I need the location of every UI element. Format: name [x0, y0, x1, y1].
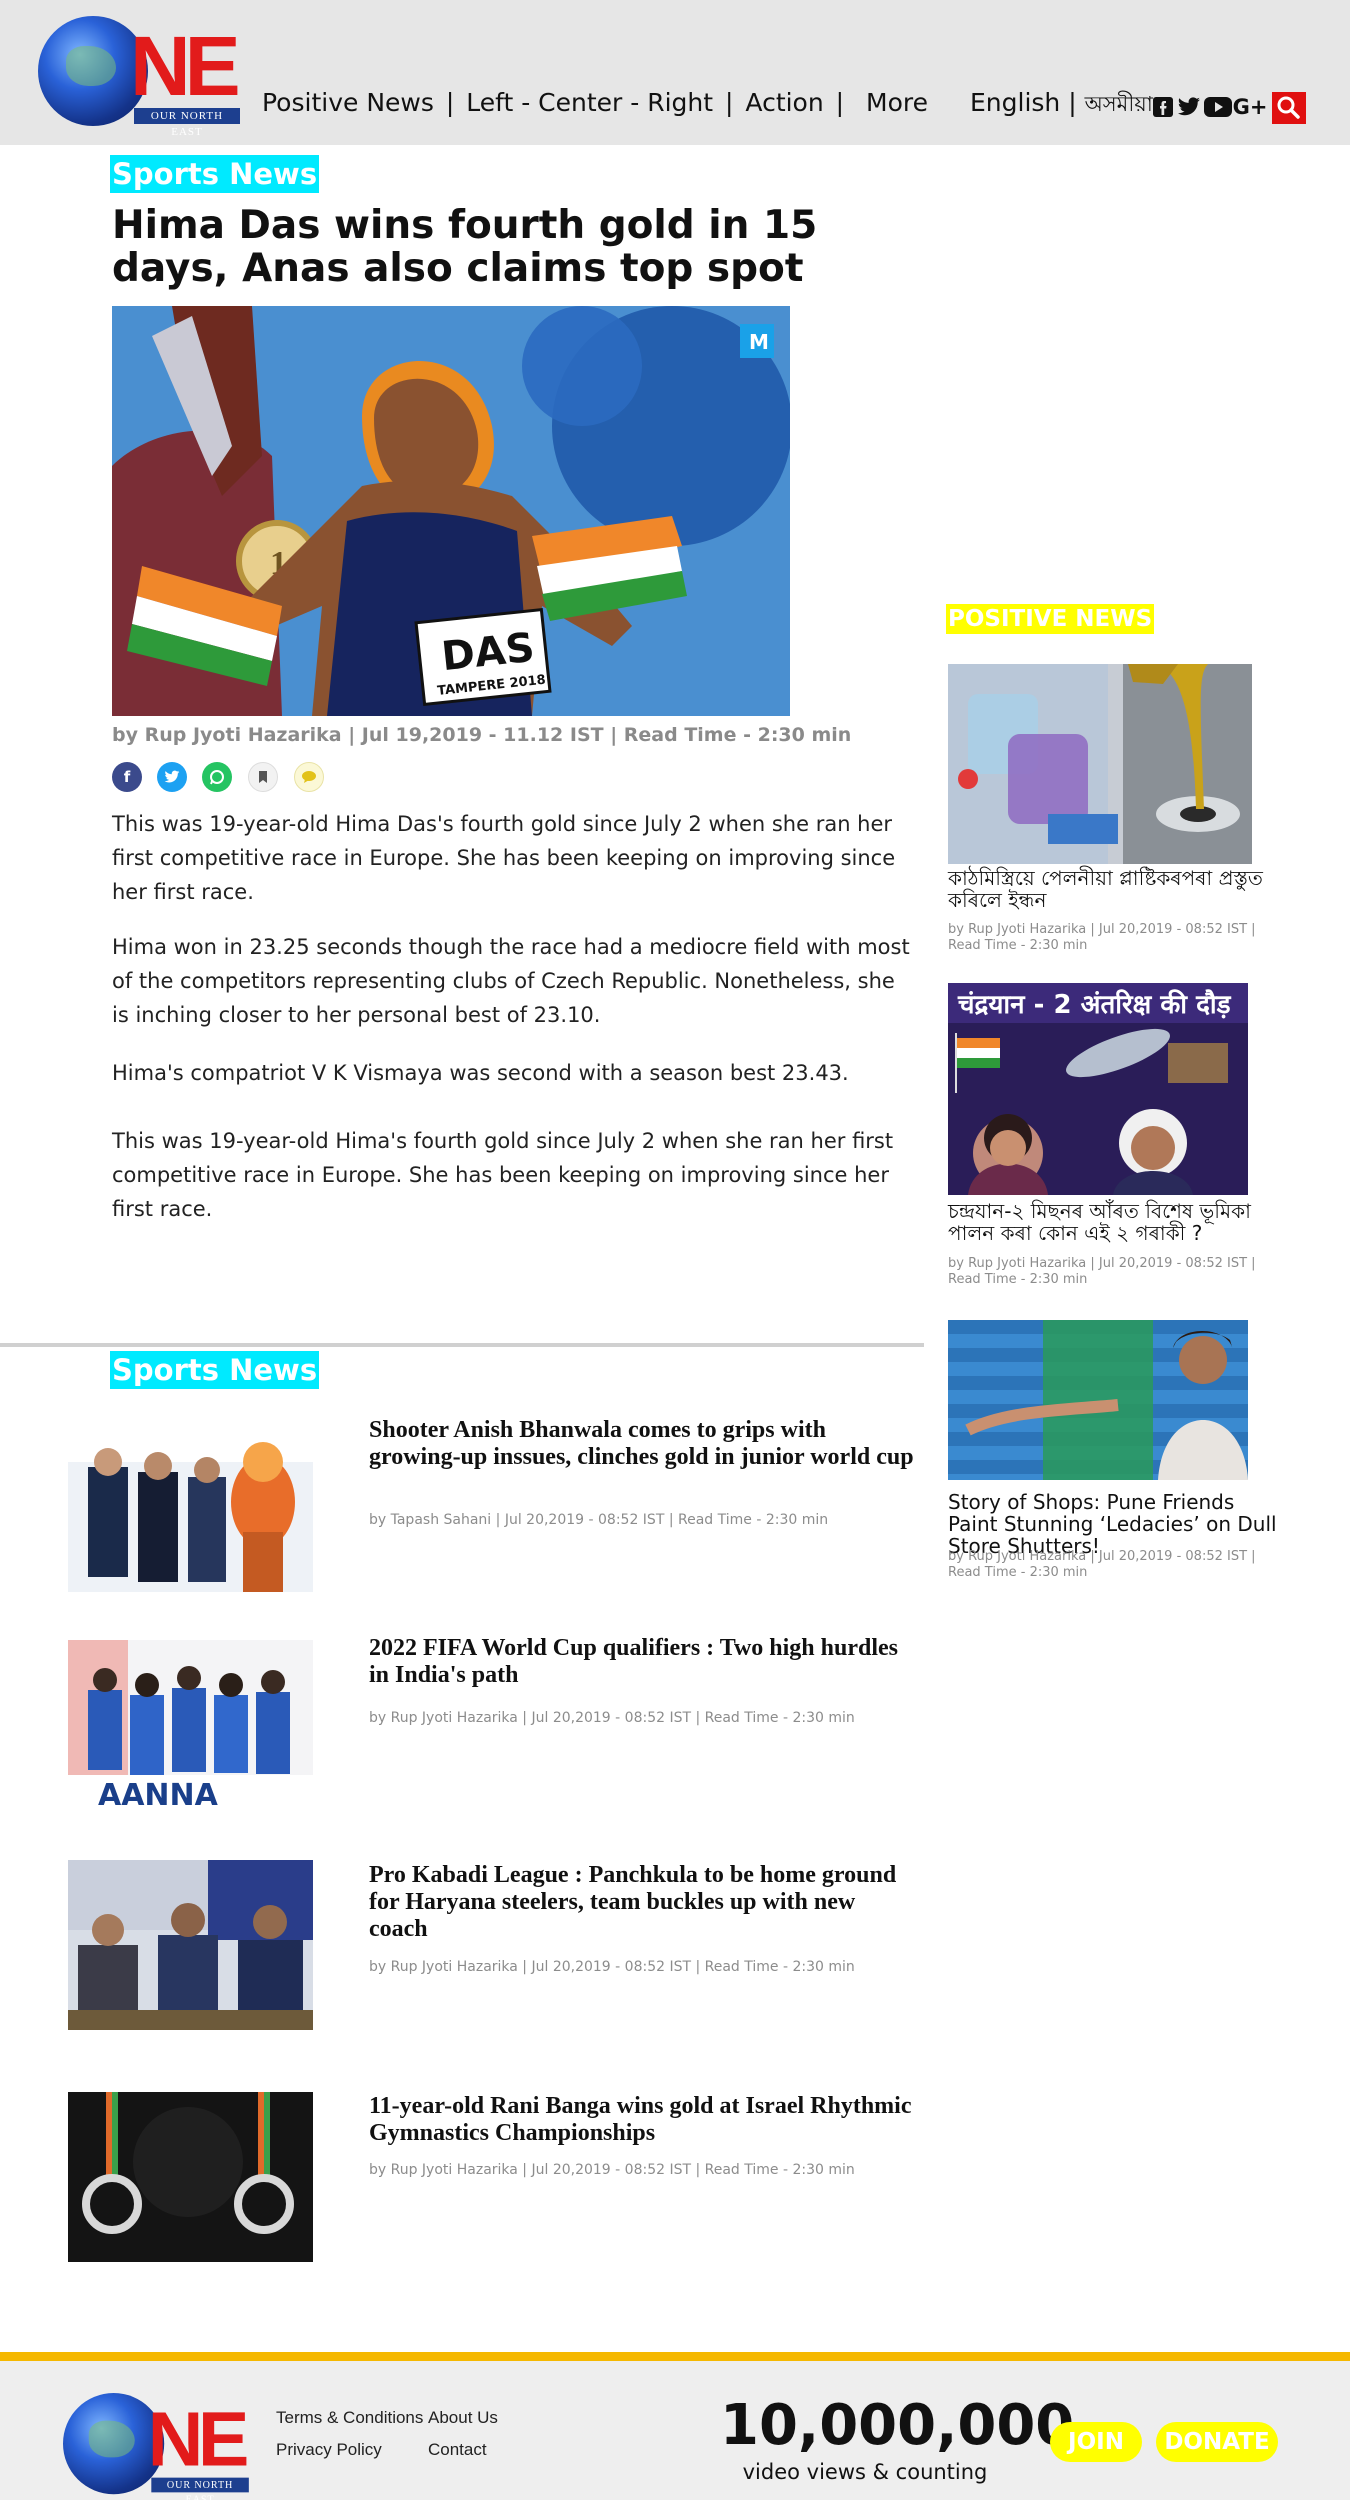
join-button[interactable]: JOIN — [1050, 2422, 1142, 2462]
whatsapp-icon[interactable] — [202, 762, 232, 792]
section-divider — [0, 1343, 924, 1347]
google-plus-icon[interactable]: G+ — [1233, 95, 1268, 119]
logo-text: NE — [130, 19, 241, 113]
sidebar-title[interactable]: Story of Shops: Pune Friends Paint Stunn… — [948, 1491, 1278, 1557]
hero-bib-text: DAS — [439, 625, 536, 680]
logo-tagline: OUR NORTH EAST — [134, 108, 240, 138]
sidebar-image-plastic-fuel[interactable] — [948, 664, 1252, 864]
footer-accent-bar — [0, 2352, 1350, 2361]
article-category-label[interactable]: Sports News — [110, 155, 320, 193]
footer-link-privacy[interactable]: Privacy Policy — [276, 2440, 382, 2460]
nav-separator: | — [835, 88, 845, 117]
video-views-counter: 10,000,000 — [720, 2393, 1075, 2458]
related-meta: by Rup Jyoti Hazarika | Jul 20,2019 - 08… — [369, 1959, 855, 1975]
article-paragraph: This was 19-year-old Hima Das's fourth g… — [112, 812, 896, 904]
article-paragraph: Hima's compatriot V K Vismaya was second… — [112, 1061, 849, 1085]
hero-badge-text: M — [749, 330, 769, 354]
article-headline: Hima Das wins fourth gold in 15 days, An… — [112, 203, 818, 291]
footer-link-terms[interactable]: Terms & Conditions — [276, 2408, 423, 2428]
language-switch: English | অসমীয়া — [970, 88, 1153, 123]
nav-positive-news[interactable]: Positive News — [262, 88, 434, 117]
nav-separator: | — [725, 88, 734, 117]
related-image-kabaddi[interactable] — [68, 1860, 313, 2030]
site-logo[interactable]: NE OUR NORTH EAST — [38, 16, 243, 138]
positive-news-label[interactable]: POSITIVE NEWS — [946, 604, 1155, 634]
nav-left-center-right[interactable]: Left - Center - Right — [466, 88, 713, 117]
sidebar-image-chandrayaan[interactable]: चंद्रयान - 2 अंतरिक्ष की दौड़ — [948, 983, 1248, 1195]
sidebar-meta: by Rup Jyoti Hazarika | Jul 20,2019 - 08… — [948, 1549, 1256, 1580]
main-nav: Positive News | Left - Center - Right | … — [262, 88, 932, 117]
comment-icon[interactable] — [294, 762, 324, 792]
article-paragraph: This was 19-year-old Hima's fourth gold … — [112, 1129, 894, 1221]
related-title[interactable]: 11-year-old Rani Banga wins gold at Isra… — [369, 2093, 914, 2147]
twitter-icon[interactable] — [157, 762, 187, 792]
svg-text:AANNA: AANNA — [98, 1778, 219, 1810]
sidebar-meta: by Rup Jyoti Hazarika | Jul 20,2019 - 08… — [948, 1256, 1256, 1287]
sidebar-title[interactable]: চন্দ্ৰযান-২ মিছনৰ আঁৰত বিশেষ ভূমিকা পালন… — [948, 1200, 1278, 1244]
lang-separator: | — [1068, 88, 1077, 117]
twitter-icon[interactable] — [1176, 96, 1202, 118]
site-header: NE OUR NORTH EAST Positive News | Left -… — [0, 0, 1350, 145]
related-meta: by Rup Jyoti Hazarika | Jul 20,2019 - 08… — [369, 1710, 855, 1726]
article-byline: by Rup Jyoti Hazarika | Jul 19,2019 - 11… — [112, 724, 852, 746]
related-title[interactable]: Shooter Anish Bhanwala comes to grips wi… — [369, 1417, 914, 1471]
facebook-icon[interactable] — [1152, 96, 1174, 118]
chandrayaan-caption: चंद्रयान - 2 अंतरिक्ष की दौड़ — [957, 989, 1232, 1020]
search-icon — [1277, 96, 1300, 119]
search-button[interactable] — [1272, 92, 1306, 124]
article-paragraph: Hima won in 23.25 seconds though the rac… — [112, 935, 910, 1027]
related-image-gymnastics[interactable] — [68, 2092, 313, 2262]
related-image-fifa[interactable]: AANNA — [68, 1640, 313, 1810]
video-views-caption: video views & counting — [742, 2460, 988, 2484]
footer-link-contact[interactable]: Contact — [428, 2440, 487, 2460]
related-image-shooter[interactable] — [68, 1422, 313, 1592]
nav-action[interactable]: Action — [745, 88, 823, 117]
donate-button[interactable]: DONATE — [1156, 2422, 1278, 2462]
lang-english[interactable]: English — [970, 88, 1060, 117]
youtube-icon[interactable] — [1204, 96, 1232, 118]
bookmark-icon[interactable] — [248, 762, 278, 792]
nav-more[interactable]: More — [866, 88, 928, 117]
logo-tagline: OUR NORTH EAST — [151, 2477, 249, 2505]
logo-text: NE — [147, 2395, 250, 2483]
related-title[interactable]: 2022 FIFA World Cup qualifiers : Two hig… — [369, 1635, 914, 1689]
related-meta: by Rup Jyoti Hazarika | Jul 20,2019 - 08… — [369, 2162, 855, 2178]
related-title[interactable]: Pro Kabadi League : Panchkula to be home… — [369, 1862, 914, 1943]
related-category-label[interactable]: Sports News — [110, 1351, 320, 1389]
article-hero-image: 1 DAS TAMPERE 2018 M — [112, 306, 790, 716]
footer-link-about[interactable]: About Us — [428, 2408, 498, 2428]
related-meta: by Tapash Sahani | Jul 20,2019 - 08:52 I… — [369, 1512, 829, 1528]
nav-separator: | — [445, 88, 455, 117]
sidebar-meta: by Rup Jyoti Hazarika | Jul 20,2019 - 08… — [948, 922, 1256, 953]
lang-assamese[interactable]: অসমীয়া — [1085, 92, 1153, 116]
sidebar-title[interactable]: কাঠমিস্ত্ৰিয়ে পেলনীয়া প্লাষ্টিকৰপৰা প্… — [948, 867, 1278, 911]
facebook-icon[interactable]: f — [112, 762, 142, 792]
sidebar-image-shutters[interactable] — [948, 1320, 1248, 1480]
footer-logo[interactable]: NE OUR NORTH EAST — [63, 2393, 252, 2505]
